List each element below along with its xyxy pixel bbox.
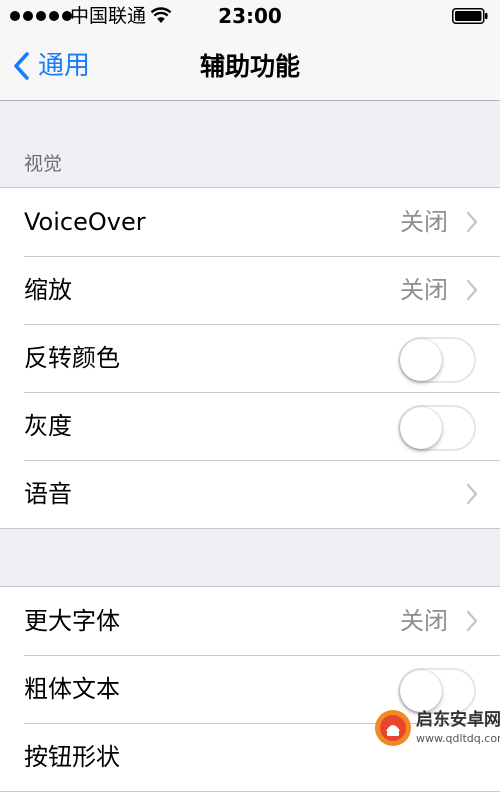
grayscale-toggle[interactable] xyxy=(398,405,476,451)
row-larger-text[interactable]: 更大字体 关闭 xyxy=(0,587,500,655)
settings-group-vision: VoiceOver 关闭 缩放 关闭 反转颜色 灰度 语音 xyxy=(0,187,500,529)
row-label: 按钮形状 xyxy=(24,743,120,771)
row-label: 语音 xyxy=(24,480,72,508)
battery-icon xyxy=(452,8,488,24)
chevron-right-icon xyxy=(466,279,478,301)
row-speech[interactable]: 语音 xyxy=(0,460,500,528)
row-label: 粗体文本 xyxy=(24,675,120,703)
watermark: 启东安卓网 www.qdltdq.com xyxy=(370,706,500,750)
chevron-right-icon xyxy=(466,483,478,505)
row-value: 关闭 xyxy=(400,276,448,304)
row-value: 关闭 xyxy=(400,208,448,236)
row-invert-colors: 反转颜色 xyxy=(0,324,500,392)
row-value: 关闭 xyxy=(400,607,448,635)
watermark-url: www.qdltdq.com xyxy=(416,732,500,745)
row-voiceover[interactable]: VoiceOver 关闭 xyxy=(0,188,500,256)
chevron-right-icon xyxy=(466,610,478,632)
top-bar: 中国联通 23:00 通用 辅助功能 xyxy=(0,0,500,101)
row-label: 缩放 xyxy=(24,276,72,304)
watermark-title: 启东安卓网 xyxy=(416,710,500,730)
row-grayscale: 灰度 xyxy=(0,392,500,460)
navigation-bar: 通用 辅助功能 xyxy=(0,34,500,100)
chevron-right-icon xyxy=(466,211,478,233)
section-header-vision: 视觉 xyxy=(24,153,63,175)
settings-group-text: 更大字体 关闭 粗体文本 按钮形状 xyxy=(0,586,500,792)
status-bar: 中国联通 23:00 xyxy=(0,0,500,34)
row-label: 反转颜色 xyxy=(24,344,120,372)
status-time: 23:00 xyxy=(218,4,282,28)
row-zoom[interactable]: 缩放 关闭 xyxy=(0,256,500,324)
invert-colors-toggle[interactable] xyxy=(398,337,476,383)
watermark-logo-icon xyxy=(375,710,411,746)
row-label: 灰度 xyxy=(24,412,72,440)
row-label: VoiceOver xyxy=(24,208,146,236)
page-title: 辅助功能 xyxy=(199,52,300,81)
row-label: 更大字体 xyxy=(24,607,120,635)
